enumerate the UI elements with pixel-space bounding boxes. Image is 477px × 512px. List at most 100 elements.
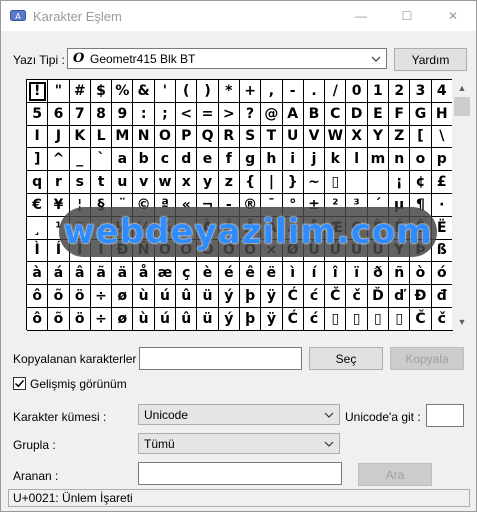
advanced-view-checkbox[interactable] (13, 377, 26, 390)
char-cell[interactable]: O (154, 125, 177, 149)
char-cell[interactable]: m (367, 148, 390, 172)
char-cell[interactable]: ÷ (90, 285, 113, 308)
char-cell[interactable]: W (325, 125, 347, 149)
char-cell[interactable]: v (133, 171, 155, 194)
char-cell[interactable]: 8 (90, 102, 113, 126)
char-cell[interactable]: ! (27, 80, 49, 103)
char-cell[interactable]: B (303, 102, 326, 126)
char-cell[interactable]: _ (69, 148, 91, 172)
char-cell[interactable]: ß (431, 239, 453, 263)
char-cell[interactable]: ) (197, 80, 219, 103)
char-cell[interactable]: 7 (69, 102, 91, 126)
copied-chars-input[interactable] (139, 347, 302, 370)
char-cell[interactable]: 6 (48, 102, 70, 126)
char-cell[interactable]: ü (197, 285, 219, 308)
char-cell[interactable]: é (218, 262, 240, 286)
char-cell[interactable]: ù (133, 285, 155, 308)
char-cell[interactable]: Đ (410, 285, 432, 308)
char-cell[interactable]: Y (367, 125, 390, 149)
char-cell[interactable]: ê (239, 262, 262, 286)
char-cell[interactable]: ú (154, 285, 177, 308)
char-cell[interactable]: ü (197, 307, 219, 331)
char-cell[interactable]: 3 (410, 80, 432, 103)
char-cell[interactable]: Ć (282, 307, 304, 331)
char-cell[interactable]: í (303, 262, 326, 286)
char-cell[interactable]: * (218, 80, 240, 103)
char-cell[interactable]: Č (325, 285, 347, 308)
char-cell[interactable]: r (48, 171, 70, 194)
char-cell[interactable]: H (431, 102, 453, 126)
copy-button[interactable]: Kopyala (390, 347, 464, 370)
char-cell[interactable]: á (48, 262, 70, 286)
char-cell[interactable]: w (154, 171, 177, 194)
char-cell[interactable]: õ (48, 285, 70, 308)
char-cell[interactable]: ã (90, 262, 113, 286)
char-cell[interactable]: ( (176, 80, 198, 103)
goto-unicode-input[interactable] (426, 404, 464, 427)
char-cell[interactable]: ë (261, 262, 283, 286)
char-cell[interactable]: g (239, 148, 262, 172)
char-cell[interactable]: / (325, 80, 347, 103)
char-cell[interactable]: y (197, 171, 219, 194)
char-cell[interactable]: ù (133, 307, 155, 331)
char-cell[interactable]: | (261, 171, 283, 194)
char-cell[interactable]: î (325, 262, 347, 286)
char-cell[interactable]: ö (69, 285, 91, 308)
help-button[interactable]: Yardım (394, 48, 467, 71)
char-cell[interactable]: a (112, 148, 134, 172)
char-cell[interactable]: Z (389, 125, 411, 149)
char-cell[interactable]: ô (27, 285, 49, 308)
char-cell[interactable]: 4 (431, 80, 453, 103)
char-cell[interactable]: · (431, 193, 453, 217)
char-cell[interactable]: ì (282, 262, 304, 286)
char-cell[interactable]: ` (90, 148, 113, 172)
char-cell[interactable]: [ (410, 125, 432, 149)
char-cell[interactable]: ø (112, 307, 134, 331)
char-cell[interactable]: č (431, 307, 453, 331)
char-cell[interactable] (346, 171, 368, 194)
char-cell[interactable]: - (282, 80, 304, 103)
search-button[interactable]: Ara (358, 463, 432, 486)
char-cell[interactable]: õ (48, 307, 70, 331)
char-cell[interactable]: ď (389, 285, 411, 308)
char-cell[interactable]: $ (90, 80, 113, 103)
scroll-up-icon[interactable]: ▲ (452, 79, 472, 96)
char-cell[interactable]: 5 (27, 102, 49, 126)
char-cell[interactable]: = (197, 102, 219, 126)
char-cell[interactable]: n (389, 148, 411, 172)
char-cell[interactable]: ý (218, 285, 240, 308)
char-cell[interactable]: ~ (303, 171, 326, 194)
char-cell[interactable]: û (176, 307, 198, 331)
group-dropdown[interactable]: Tümü (138, 433, 340, 454)
char-cell[interactable]: F (389, 102, 411, 126)
char-cell[interactable]: @ (261, 102, 283, 126)
char-cell[interactable]: % (112, 80, 134, 103)
char-cell[interactable]: t (90, 171, 113, 194)
close-button[interactable]: ✕ (430, 1, 476, 31)
char-cell[interactable]: D (346, 102, 368, 126)
char-cell[interactable]: ¸ (27, 216, 49, 240)
char-cell[interactable]: s (69, 171, 91, 194)
char-cell[interactable]: A (282, 102, 304, 126)
font-dropdown[interactable]: O Geometr415 Blk BT (67, 48, 387, 69)
char-cell[interactable]: k (325, 148, 347, 172)
char-cell[interactable]: đ (431, 285, 453, 308)
title-bar[interactable]: A Karakter Eşlem — ☐ ✕ (1, 1, 476, 31)
char-cell[interactable]: Ć (282, 285, 304, 308)
char-cell[interactable]: , (261, 80, 283, 103)
char-cell[interactable]: ä (112, 262, 134, 286)
char-cell[interactable]: ÿ (261, 307, 283, 331)
char-cell[interactable]: P (176, 125, 198, 149)
char-cell[interactable]: à (27, 262, 49, 286)
char-cell[interactable]: ÷ (90, 307, 113, 331)
char-cell[interactable]: 0 (346, 80, 368, 103)
char-cell[interactable]: f (218, 148, 240, 172)
char-cell[interactable]: { (239, 171, 262, 194)
char-cell[interactable]: 1 (367, 80, 390, 103)
char-cell[interactable]: ú (154, 307, 177, 331)
char-cell[interactable]: ? (239, 102, 262, 126)
char-cell[interactable]: ¡ (389, 171, 411, 194)
char-cell[interactable]: ▯ (325, 171, 347, 194)
maximize-button[interactable]: ☐ (384, 1, 430, 31)
char-cell[interactable]: ï (346, 262, 368, 286)
